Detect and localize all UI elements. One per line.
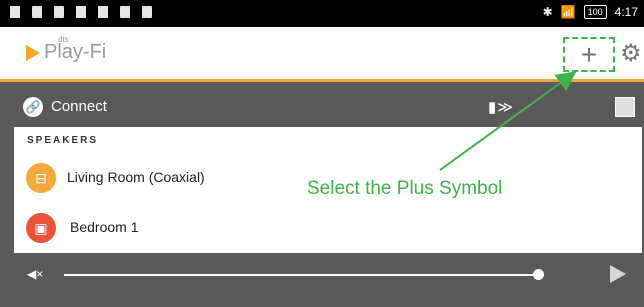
annotation-arrow xyxy=(439,71,577,171)
